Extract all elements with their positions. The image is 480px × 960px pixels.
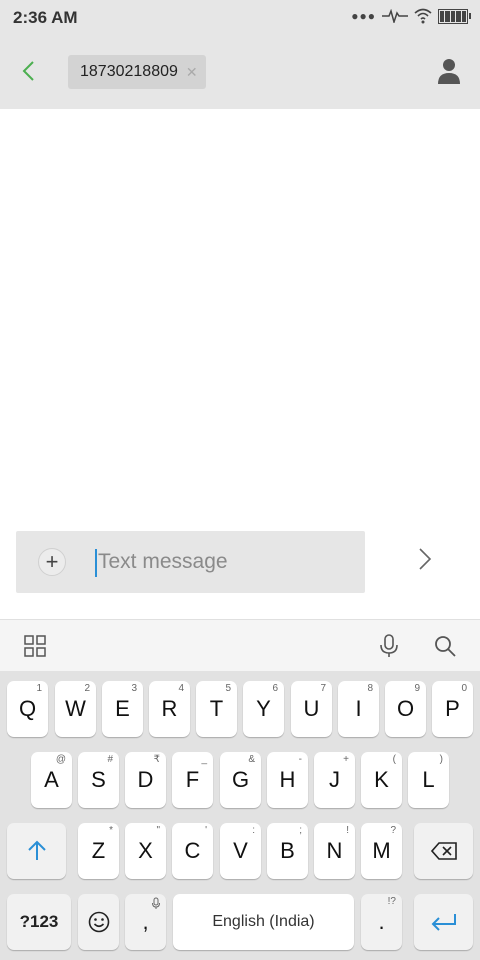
plus-icon: +	[45, 549, 59, 574]
search-icon	[435, 636, 456, 657]
key-m[interactable]: ? M	[361, 823, 402, 879]
grid-button[interactable]	[20, 631, 50, 661]
close-icon[interactable]: ✕	[186, 64, 198, 81]
key-i[interactable]: 8I	[338, 681, 379, 737]
key-w[interactable]: 2W	[55, 681, 96, 737]
key-k[interactable]: (K	[361, 752, 402, 808]
comma-key[interactable]: ,	[125, 894, 166, 950]
voice-input-button[interactable]	[374, 631, 404, 661]
keyboard-toolbar	[0, 619, 480, 671]
key-h[interactable]: -H	[267, 752, 308, 808]
recipient-chip[interactable]: 18730218809 ✕	[68, 55, 206, 89]
contact-button[interactable]	[434, 56, 464, 86]
backspace-icon	[430, 842, 457, 860]
enter-icon	[431, 914, 456, 931]
shift-key[interactable]	[7, 823, 66, 879]
key-y[interactable]: 6Y	[243, 681, 284, 737]
key-o[interactable]: 9O	[385, 681, 426, 737]
activity-icon	[382, 9, 408, 23]
key-s[interactable]: # S	[78, 752, 119, 808]
backspace-key[interactable]	[414, 823, 473, 879]
key-l[interactable]: ) L	[408, 752, 449, 808]
message-list	[0, 109, 480, 519]
key-n[interactable]: ! N	[314, 823, 355, 879]
soft-keyboard: 1Q 2W 3E 4R 5T 6Y 7U 8I 9O 0P @ A # S ₹ D _…	[0, 671, 480, 960]
key-r[interactable]: 4R	[149, 681, 190, 737]
status-bar: 2:36 AM ●●●	[0, 0, 480, 34]
keyboard-search-button[interactable]	[430, 631, 460, 661]
grid-icon	[24, 635, 46, 657]
space-key[interactable]: English (India)	[173, 894, 354, 950]
key-t[interactable]: 5T	[196, 681, 237, 737]
period-key[interactable]: !?.	[361, 894, 402, 950]
chevron-right-icon	[419, 548, 432, 570]
smiley-icon	[88, 911, 109, 933]
battery-icon	[438, 8, 471, 24]
key-q[interactable]: 1Q	[7, 681, 48, 737]
chevron-left-icon	[22, 61, 34, 81]
recipient-number: 18730218809	[80, 63, 178, 80]
compose-bar: +	[16, 531, 365, 593]
person-icon	[438, 59, 460, 84]
enter-key[interactable]	[414, 894, 473, 950]
emoji-key[interactable]	[78, 894, 119, 950]
key-p[interactable]: 0P	[432, 681, 473, 737]
key-z[interactable]: * Z	[78, 823, 119, 879]
key-d[interactable]: ₹ D	[125, 752, 166, 808]
text-cursor	[95, 549, 97, 577]
key-j[interactable]: + J	[314, 752, 355, 808]
arrow-up-icon	[27, 840, 46, 860]
symbols-key[interactable]: ?123	[7, 894, 71, 950]
wifi-icon	[414, 8, 432, 24]
key-b[interactable]: ; B	[267, 823, 308, 879]
conversation-header: 18730218809 ✕	[0, 34, 480, 109]
status-icons: ●●●	[351, 8, 471, 24]
key-e[interactable]: 3E	[102, 681, 143, 737]
message-input[interactable]	[98, 545, 348, 579]
back-button[interactable]	[14, 56, 42, 86]
key-v[interactable]: :V	[220, 823, 261, 879]
microphone-icon	[152, 897, 160, 909]
key-g[interactable]: & G	[220, 752, 261, 808]
status-time: 2:36 AM	[13, 8, 78, 27]
key-c[interactable]: ' C	[172, 823, 213, 879]
key-u[interactable]: 7U	[291, 681, 332, 737]
key-a[interactable]: @ A	[31, 752, 72, 808]
more-dots-icon: ●●●	[351, 9, 376, 23]
send-button[interactable]	[410, 544, 440, 574]
key-f[interactable]: _ F	[172, 752, 213, 808]
microphone-icon	[380, 634, 398, 657]
attach-button[interactable]: +	[38, 548, 66, 576]
key-x[interactable]: " X	[125, 823, 166, 879]
